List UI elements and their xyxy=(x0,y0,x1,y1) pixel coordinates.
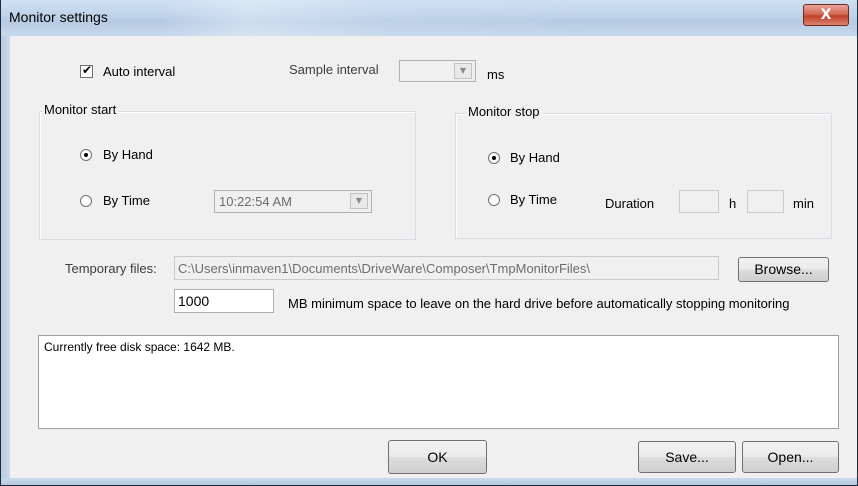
window-frame-left xyxy=(1,36,10,478)
auto-interval-label: Auto interval xyxy=(103,64,176,79)
hours-unit-label: h xyxy=(729,196,737,211)
window-title: Monitor settings xyxy=(9,9,108,25)
min-space-value: 1000 xyxy=(178,293,210,309)
start-by-time-radio[interactable] xyxy=(80,195,92,207)
close-icon: X xyxy=(820,7,832,23)
window-frame-bottom xyxy=(1,478,857,485)
duration-hours-field[interactable] xyxy=(679,190,719,213)
monitor-stop-group xyxy=(455,113,832,239)
background-window-ghost xyxy=(161,0,601,36)
checkmark-icon: ✔ xyxy=(82,63,93,77)
chevron-down-icon[interactable]: ▼ xyxy=(350,193,368,209)
stop-by-hand-radio[interactable] xyxy=(488,152,500,164)
temp-files-label: Temporary files: xyxy=(65,261,157,276)
temp-files-path: C:\Users\inmaven1\Documents\DriveWare\Co… xyxy=(178,261,591,276)
monitor-start-title: Monitor start xyxy=(42,102,119,117)
monitor-stop-title: Monitor stop xyxy=(466,104,542,119)
min-space-field[interactable]: 1000 xyxy=(174,289,274,313)
title-bar[interactable]: Monitor settings X xyxy=(1,0,857,36)
sample-interval-label: Sample interval xyxy=(289,62,379,77)
open-button[interactable]: Open... xyxy=(742,441,839,473)
monitor-settings-dialog: Monitor settings X ✔ Auto interval Sampl… xyxy=(0,0,858,486)
free-space-text: Currently free disk space: 1642 MB. xyxy=(44,340,235,354)
free-space-info-box: Currently free disk space: 1642 MB. xyxy=(38,335,839,429)
stop-by-time-radio[interactable] xyxy=(488,194,500,206)
ok-button[interactable]: OK xyxy=(388,440,487,474)
stop-by-hand-label: By Hand xyxy=(510,150,560,165)
start-time-picker[interactable]: 10:22:54 AM ▼ xyxy=(214,190,372,213)
stop-by-time-label: By Time xyxy=(510,192,557,207)
sample-interval-unit: ms xyxy=(487,67,505,82)
sample-interval-select[interactable]: ▼ xyxy=(399,60,476,82)
browse-button[interactable]: Browse... xyxy=(738,257,829,282)
start-by-hand-radio[interactable] xyxy=(80,149,92,161)
monitor-start-group xyxy=(39,111,416,240)
start-by-time-label: By Time xyxy=(103,193,150,208)
duration-label: Duration xyxy=(605,196,655,211)
minutes-unit-label: min xyxy=(793,196,814,211)
start-by-hand-label: By Hand xyxy=(103,147,153,162)
auto-interval-checkbox[interactable]: ✔ xyxy=(80,63,93,78)
min-space-description: MB minimum space to leave on the hard dr… xyxy=(288,296,790,311)
start-time-value: 10:22:54 AM xyxy=(219,194,292,209)
duration-minutes-field[interactable] xyxy=(747,190,784,213)
save-button[interactable]: Save... xyxy=(638,441,736,473)
temp-files-path-field[interactable]: C:\Users\inmaven1\Documents\DriveWare\Co… xyxy=(174,256,719,280)
chevron-down-icon[interactable]: ▼ xyxy=(454,63,472,79)
close-button[interactable]: X xyxy=(803,4,849,26)
